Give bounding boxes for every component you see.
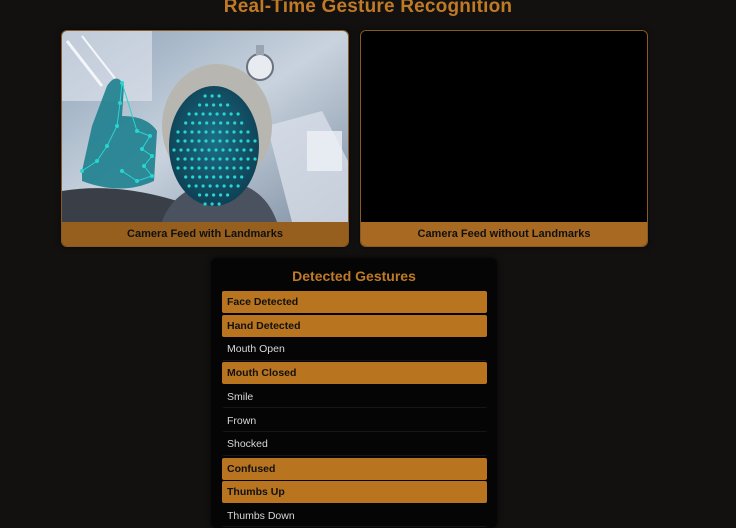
- gesture-item: Hand Detected: [222, 314, 487, 337]
- gesture-item: Mouth Open: [222, 339, 487, 361]
- detected-gestures-panel: Detected Gestures Face Detected Hand Dete…: [211, 258, 497, 528]
- raw-video: [361, 31, 647, 222]
- camera-feed-with-landmarks: Camera Feed with Landmarks: [61, 30, 349, 247]
- landmarks-video: [62, 31, 348, 222]
- gestures-title: Detected Gestures: [292, 268, 416, 284]
- page-title: Real-Time Gesture Recognition: [223, 0, 513, 17]
- gesture-item: Smile: [222, 386, 487, 409]
- feed-caption-with-landmarks: Camera Feed with Landmarks: [62, 222, 348, 246]
- gesture-item: Face Detected: [222, 291, 487, 313]
- gesture-item: Frown: [222, 410, 487, 432]
- gesture-item: Mouth Closed: [222, 362, 487, 385]
- gesture-item: Confused: [222, 457, 487, 480]
- gesture-item: Thumbs Down: [222, 505, 487, 528]
- gesture-item: Thumbs Up: [222, 481, 487, 504]
- camera-feed-without-landmarks: Camera Feed without Landmarks: [360, 30, 648, 247]
- gesture-item: Shocked: [222, 434, 487, 456]
- feed-caption-without-landmarks: Camera Feed without Landmarks: [361, 222, 647, 246]
